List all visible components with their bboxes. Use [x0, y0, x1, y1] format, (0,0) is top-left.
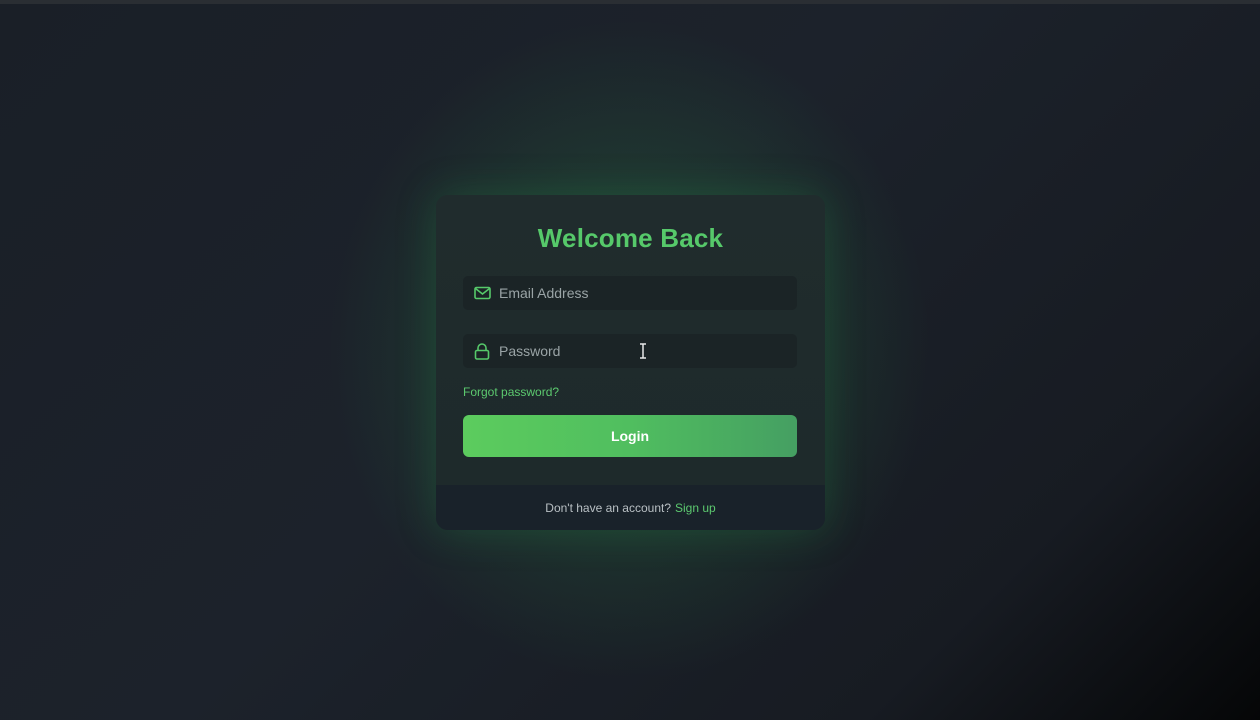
login-button[interactable]: Login [463, 415, 797, 457]
page-title: Welcome Back [537, 223, 724, 253]
signup-link[interactable]: Sign up [675, 501, 716, 515]
signup-footer: Don't have an account? Sign up [436, 485, 825, 530]
forgot-password-link[interactable]: Forgot password? [463, 385, 559, 399]
signup-prompt: Don't have an account? [545, 500, 671, 515]
mail-icon [473, 284, 491, 302]
login-card-body: Welcome Back Email Address Forgot passwo… [436, 195, 825, 485]
lock-icon [473, 342, 491, 360]
window-top-bar [0, 0, 1260, 4]
login-card: Welcome Back Email Address Forgot passwo… [436, 195, 825, 530]
text-cursor-icon [638, 343, 648, 359]
password-field[interactable] [463, 334, 797, 368]
email-field[interactable] [463, 276, 797, 310]
email-input[interactable] [499, 285, 779, 301]
